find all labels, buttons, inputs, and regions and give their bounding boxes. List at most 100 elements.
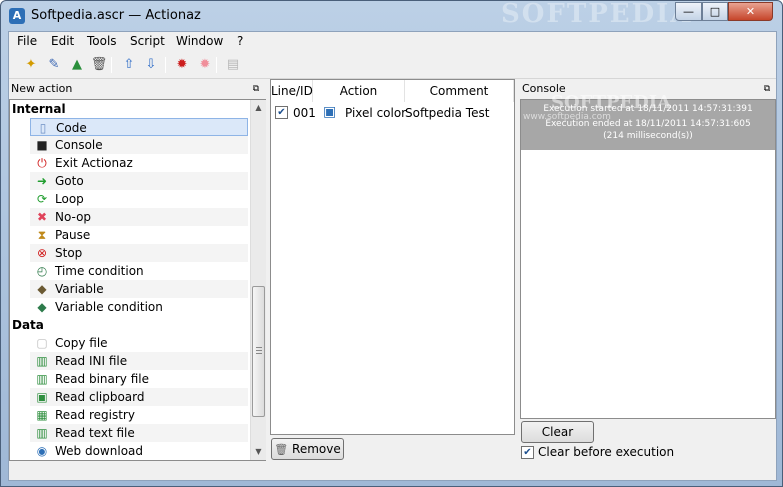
action-label: Exit Actionaz — [55, 156, 133, 170]
action-label: Code — [56, 121, 87, 135]
script-table: Line/ID Action Comment ✔ 001 ▣ Pixel color S… — [270, 79, 515, 435]
action-label: Pause — [55, 228, 91, 242]
row-action: Pixel color — [345, 106, 407, 120]
toolbar-separator — [111, 57, 112, 73]
menu-edit[interactable]: Edit — [51, 34, 74, 48]
window-title: Softpedia.ascr — Actionaz — [31, 8, 201, 23]
action-item-no-op[interactable]: ✖ No-op — [30, 208, 248, 226]
column-header-line-id[interactable]: Line/ID — [271, 80, 313, 102]
action-item-read-clipboard[interactable]: ▣ Read clipboard — [30, 388, 248, 406]
new-icon[interactable]: ✦ — [21, 55, 41, 75]
no-op-icon: ✖ — [36, 210, 48, 224]
clear-before-execution-label: Clear before execution — [538, 445, 675, 459]
category-data: Data — [12, 318, 44, 332]
pause-icon: ⧗ — [37, 228, 47, 242]
row-enabled-checkbox[interactable]: ✔ — [275, 106, 288, 119]
action-label: Console — [55, 138, 103, 152]
gear-red-icon[interactable]: ✹ — [172, 55, 192, 75]
menu-script[interactable]: Script — [130, 34, 165, 48]
web-download-icon: ◉ — [36, 444, 48, 458]
action-label: Read binary file — [55, 372, 150, 386]
goto-icon: ➜ — [36, 174, 48, 188]
action-item-loop[interactable]: ⟳ Loop — [30, 190, 248, 208]
action-label: No-op — [55, 210, 92, 224]
toolbar-separator — [165, 57, 166, 73]
read-ini-file-icon: ▥ — [36, 354, 48, 368]
action-item-variable-condition[interactable]: ◆ Variable condition — [30, 298, 248, 316]
category-internal: Internal — [12, 102, 66, 116]
action-list-scrollbar[interactable]: ▲ ▼ — [250, 100, 266, 460]
action-label: Read text file — [55, 426, 135, 440]
variable-condition-icon: ◆ — [37, 300, 47, 314]
read-text-file-icon: ▥ — [36, 426, 48, 440]
softpedia-watermark: SOFTPEDIA — [501, 0, 693, 29]
action-item-console[interactable]: ■ Console — [30, 136, 248, 154]
wand-icon[interactable]: ✎ — [44, 55, 64, 75]
action-list-panel: Internal ▯ Code ■ Console ⏻ Exit Actionaz ➜ Goto… — [9, 99, 266, 461]
menu-bar: File Edit Tools Script Window ? — [9, 32, 776, 52]
monitor-icon: ▣ — [323, 104, 337, 120]
action-label: Read registry — [55, 408, 135, 422]
code-icon: ▯ — [39, 121, 47, 135]
float-console-icon[interactable]: ⧉ — [762, 84, 772, 94]
action-item-read-ini-file[interactable]: ▥ Read INI file — [30, 352, 248, 370]
clear-button[interactable]: Clear — [521, 421, 594, 443]
remove-label: Remove — [292, 442, 341, 456]
column-header-comment[interactable]: Comment — [405, 80, 514, 102]
column-header-action[interactable]: Action — [313, 80, 405, 102]
read-binary-file-icon: ▥ — [36, 372, 48, 386]
gear-pink-icon[interactable]: ✹ — [195, 55, 215, 75]
action-item-code[interactable]: ▯ Code — [30, 118, 248, 136]
menu-file[interactable]: File — [17, 34, 37, 48]
action-item-pause[interactable]: ⧗ Pause — [30, 226, 248, 244]
menu-window[interactable]: Window — [176, 34, 223, 48]
action-item-read-binary-file[interactable]: ▥ Read binary file — [30, 370, 248, 388]
action-label: Copy file — [55, 336, 108, 350]
console-line-duration: (214 millisecond(s)) — [603, 131, 693, 141]
action-label: Variable condition — [55, 300, 163, 314]
loop-icon: ⟳ — [36, 192, 48, 206]
action-label: Variable — [55, 282, 104, 296]
action-item-read-text-file[interactable]: ▥ Read text file — [30, 424, 248, 442]
app-window: A Softpedia.ascr — Actionaz SOFTPEDIA — … — [0, 0, 783, 487]
menu-tools[interactable]: Tools — [87, 34, 117, 48]
title-bar[interactable]: A Softpedia.ascr — Actionaz SOFTPEDIA — … — [1, 0, 782, 31]
scroll-thumb[interactable] — [252, 286, 265, 417]
action-item-web-download[interactable]: ◉ Web download — [30, 442, 248, 460]
action-item-copy-file[interactable]: ▢ Copy file — [30, 334, 248, 352]
console-watermark-url: www.softpedia.com — [523, 112, 611, 122]
client-area: File Edit Tools Script Window ? ✦ ✎ ▲ 🗑 ⇧ ⇩ ✹ ✹… — [8, 31, 777, 481]
trash-icon: 🗑 — [274, 443, 289, 456]
console-output: Execution started at 18/11/2011 14:57:31… — [520, 92, 776, 419]
copy-file-icon: ▢ — [36, 336, 48, 350]
menu-help[interactable]: ? — [237, 34, 243, 48]
table-row[interactable]: ✔ 001 ▣ Pixel color Softpedia Test — [271, 104, 514, 122]
trash-icon[interactable]: 🗑 — [89, 55, 109, 75]
remove-button[interactable]: 🗑 Remove — [271, 438, 344, 460]
action-item-stop[interactable]: ⊗ Stop — [30, 244, 248, 262]
action-item-read-registry[interactable]: ▦ Read registry — [30, 406, 248, 424]
variable-icon: ◆ — [37, 282, 47, 296]
console-watermark: SOFTPEDIA — [551, 92, 672, 113]
action-label: Goto — [55, 174, 84, 188]
actionaz-icon: A — [9, 8, 25, 24]
minimize-button[interactable]: — — [675, 2, 702, 21]
action-item-exit-actionaz[interactable]: ⏻ Exit Actionaz — [30, 154, 248, 172]
scroll-up-arrow-icon[interactable]: ▲ — [251, 100, 266, 116]
blocks-icon[interactable]: ▲ — [67, 55, 87, 75]
action-item-goto[interactable]: ➜ Goto — [30, 172, 248, 190]
scroll-down-arrow-icon[interactable]: ▼ — [251, 444, 266, 460]
float-panel-icon[interactable]: ⧉ — [251, 84, 261, 94]
maximize-button[interactable]: □ — [702, 2, 728, 21]
toolbar-separator — [216, 57, 217, 73]
new-action-label: New action — [11, 82, 73, 95]
new-action-title: New action ⧉ — [9, 80, 265, 98]
clear-before-execution-checkbox[interactable]: ✔ — [521, 446, 534, 459]
arrow-down-icon[interactable]: ⇩ — [141, 55, 161, 75]
close-button[interactable]: ✕ — [728, 2, 773, 21]
action-label: Time condition — [55, 264, 144, 278]
document-icon[interactable]: ▤ — [223, 55, 243, 75]
arrow-up-icon[interactable]: ⇧ — [119, 55, 139, 75]
action-item-variable[interactable]: ◆ Variable — [30, 280, 248, 298]
action-item-time-condition[interactable]: ◴ Time condition — [30, 262, 248, 280]
